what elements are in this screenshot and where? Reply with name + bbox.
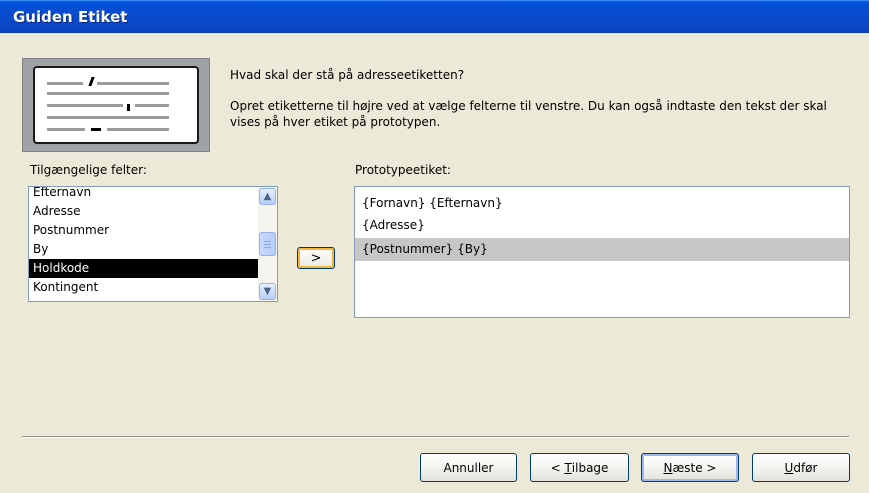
finish-button-accesskey: U: [784, 460, 794, 475]
cancel-button-label: Annuller: [443, 460, 494, 475]
available-fields-listbox[interactable]: Efternavn Adresse Postnummer By Holdkode…: [28, 186, 278, 302]
scroll-up-icon[interactable]: ▲: [259, 188, 276, 205]
title-bar: Guiden Etiket: [0, 0, 869, 33]
footer-separator: [22, 436, 849, 438]
scroll-down-icon[interactable]: ▼: [259, 283, 276, 300]
label-card-graphic: [33, 66, 199, 144]
back-button-prefix: <: [550, 460, 565, 475]
finish-button[interactable]: Udfør: [752, 453, 850, 482]
scroll-thumb[interactable]: [259, 232, 276, 256]
next-button-accesskey: N: [663, 460, 673, 475]
prototype-label-caption: Prototypeetiket:: [355, 163, 451, 177]
wizard-description: Opret etiketterne til højre ved at vælge…: [230, 99, 827, 129]
add-field-button[interactable]: >: [297, 247, 335, 269]
back-button-accesskey: T: [564, 460, 572, 475]
finish-button-label: dfør: [793, 460, 818, 475]
next-button[interactable]: Næste >: [641, 453, 739, 482]
next-button-label: æste >: [672, 460, 717, 475]
available-fields-scrollbar[interactable]: ▲ ▼: [258, 187, 277, 301]
back-button[interactable]: < Tilbage: [530, 453, 629, 482]
prototype-line-1[interactable]: {Fornavn} {Efternavn}: [355, 192, 849, 215]
field-item-by[interactable]: By: [29, 240, 258, 259]
label-wizard-illustration: [22, 58, 210, 152]
back-button-label: ilbage: [571, 460, 609, 475]
prototype-label-editor[interactable]: {Fornavn} {Efternavn} {Adresse} {Postnum…: [354, 186, 850, 318]
field-item-efternavn[interactable]: Efternavn: [29, 187, 258, 202]
field-item-adresse[interactable]: Adresse: [29, 202, 258, 221]
window-title: Guiden Etiket: [13, 8, 128, 26]
wizard-prompt: Hvad skal der stå på adresseetiketten?: [230, 68, 465, 82]
prototype-line-2[interactable]: {Adresse}: [355, 214, 849, 237]
field-item-kontingent[interactable]: Kontingent: [29, 278, 258, 297]
field-item-postnummer[interactable]: Postnummer: [29, 221, 258, 240]
prototype-line-3[interactable]: {Postnummer} {By}: [355, 238, 849, 261]
available-fields-label: Tilgængelige felter:: [30, 163, 147, 177]
cancel-button[interactable]: Annuller: [420, 453, 517, 482]
field-item-holdkode[interactable]: Holdkode: [29, 259, 258, 278]
